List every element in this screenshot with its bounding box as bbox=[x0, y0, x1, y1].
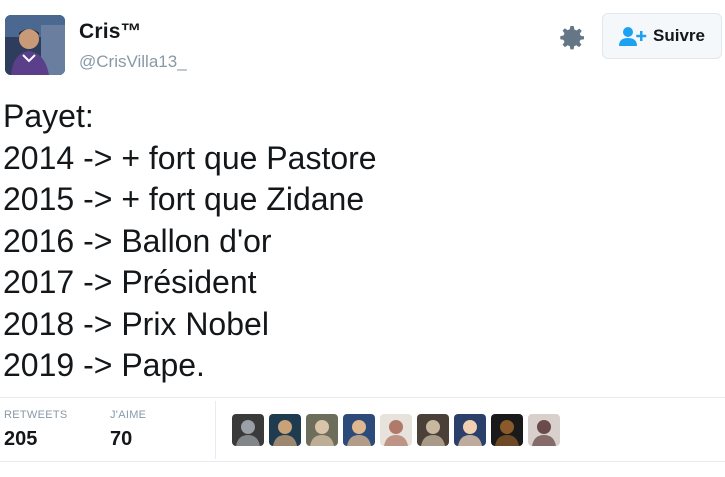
liker-avatar-9[interactable] bbox=[528, 414, 560, 446]
liker-avatar-1[interactable] bbox=[232, 414, 264, 446]
liker-avatar-5[interactable] bbox=[380, 414, 412, 446]
avatar-photo-icon bbox=[491, 414, 523, 446]
avatar-photo-icon bbox=[528, 414, 560, 446]
tweet-line: 2016 -> Ballon d'or bbox=[3, 222, 272, 259]
follow-button[interactable]: Suivre bbox=[602, 13, 722, 59]
tweet-line: 2015 -> + fort que Zidane bbox=[3, 181, 365, 217]
stats-bottom-divider bbox=[0, 461, 725, 462]
gear-icon[interactable] bbox=[556, 22, 588, 54]
likes-count: 70 bbox=[110, 428, 133, 450]
avatar-photo-icon bbox=[380, 414, 412, 446]
liker-avatar-4[interactable] bbox=[343, 414, 375, 446]
avatar-photo-icon bbox=[232, 414, 264, 446]
liker-avatar-6[interactable] bbox=[417, 414, 449, 446]
tweet-line: 2019 -> Pape. bbox=[3, 347, 205, 383]
tweet-line: 2017 -> Président bbox=[3, 264, 257, 300]
display-name[interactable]: Cris™ bbox=[79, 20, 142, 44]
add-user-icon bbox=[619, 27, 647, 46]
stats-vertical-divider bbox=[215, 401, 216, 459]
avatar-photo-icon bbox=[343, 414, 375, 446]
avatar-photo-icon bbox=[306, 414, 338, 446]
tweet-line: Payet: bbox=[3, 98, 94, 134]
stats-top-divider bbox=[0, 397, 725, 398]
retweets-stat[interactable]: RETWEETS 205 bbox=[4, 409, 68, 451]
tweet-text: Payet: 2014 -> + fort que Pastore 2015 -… bbox=[3, 96, 377, 387]
likes-stat[interactable]: J'AIME 70 bbox=[110, 409, 146, 451]
tweet-line: 2014 -> + fort que Pastore bbox=[3, 139, 377, 176]
follow-button-label: Suivre bbox=[653, 26, 705, 45]
avatar-photo-icon bbox=[417, 414, 449, 446]
user-avatar[interactable] bbox=[5, 15, 65, 75]
liker-avatar-3[interactable] bbox=[306, 414, 338, 446]
likers-list bbox=[232, 414, 560, 446]
likes-label: J'AIME bbox=[110, 409, 147, 421]
liker-avatar-2[interactable] bbox=[269, 414, 301, 446]
avatar-photo-icon bbox=[454, 414, 486, 446]
avatar-photo-icon bbox=[269, 414, 301, 446]
tweet-card: Cris™ @CrisVilla13_ Suivre Payet: 2014 -… bbox=[0, 0, 725, 477]
liker-avatar-7[interactable] bbox=[454, 414, 486, 446]
liker-avatar-8[interactable] bbox=[491, 414, 523, 446]
retweets-label: RETWEETS bbox=[4, 409, 68, 421]
screen-name[interactable]: @CrisVilla13_ bbox=[79, 52, 187, 72]
retweets-count: 205 bbox=[4, 428, 38, 450]
tweet-line: 2018 -> Prix Nobel bbox=[3, 305, 269, 342]
profile-photo-icon bbox=[5, 15, 65, 75]
